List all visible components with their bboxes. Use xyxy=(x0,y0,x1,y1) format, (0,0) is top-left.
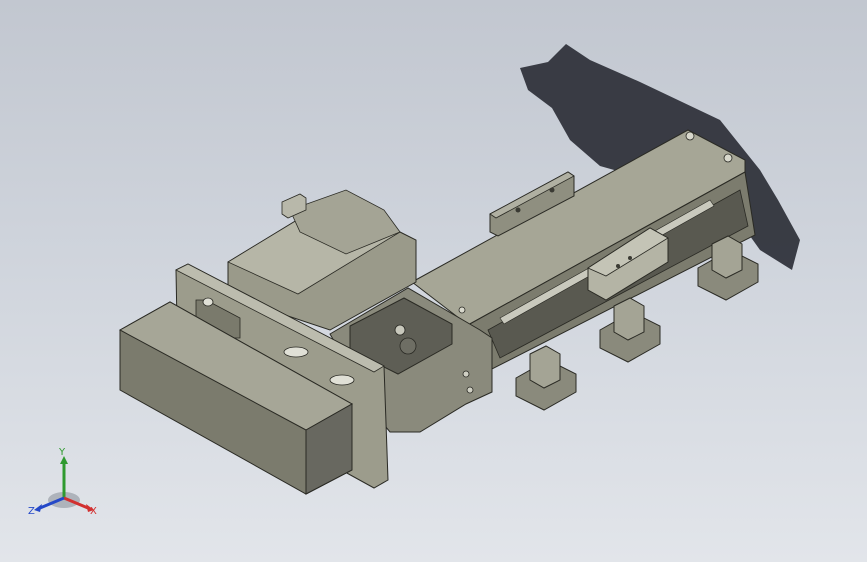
z-axis-label: Z xyxy=(28,506,35,517)
y-axis-label: Y xyxy=(59,447,66,458)
slider-screw-hole xyxy=(616,264,620,268)
rail-mounting-hole xyxy=(685,131,695,141)
x-axis-label: X xyxy=(90,506,97,517)
slider-screw-hole xyxy=(628,256,632,260)
bracket-hole xyxy=(549,187,555,193)
mounting-clamp[interactable] xyxy=(515,345,577,411)
plate-hole xyxy=(202,297,214,307)
graphics-viewport[interactable]: Y X Z xyxy=(0,0,867,562)
housing-screw xyxy=(462,370,470,378)
rail-mounting-hole xyxy=(723,153,733,163)
rail-mounting-hole xyxy=(458,306,466,314)
housing-screw xyxy=(466,386,474,394)
3d-model-view[interactable] xyxy=(0,0,867,562)
bracket-hole xyxy=(515,207,521,213)
view-orientation-triad[interactable]: Y X Z xyxy=(24,448,104,528)
plate-slot xyxy=(329,374,355,386)
shaft-coupling xyxy=(399,337,417,355)
plate-slot xyxy=(283,346,309,358)
z-axis-head xyxy=(34,504,42,512)
coupling-screw xyxy=(394,324,406,336)
